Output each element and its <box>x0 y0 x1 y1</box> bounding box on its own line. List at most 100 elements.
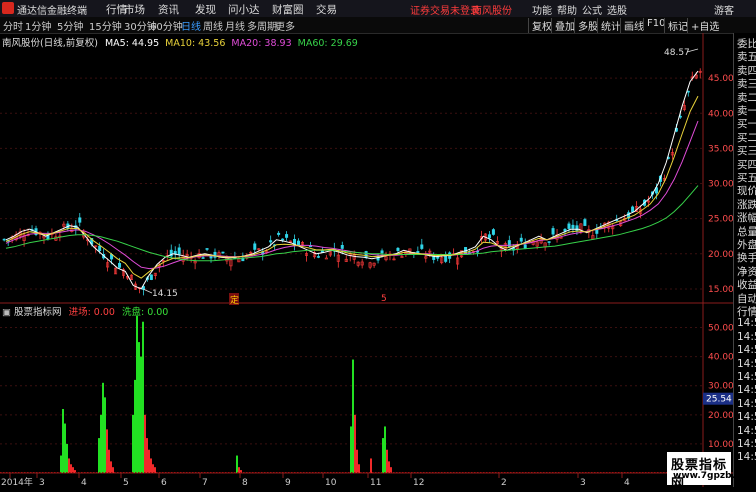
tf-15min[interactable]: 15分钟 <box>89 18 122 33</box>
chart-area[interactable]: 15.00 20.00 25.00 30.00 35.00 40.00 45.00 10.00… <box>0 33 733 487</box>
candle-body <box>487 234 491 239</box>
candle-body <box>340 245 344 249</box>
baseline-dash <box>471 472 473 473</box>
baseline-dash <box>318 472 320 473</box>
menu-faxian[interactable]: 发现 <box>195 2 216 17</box>
baseline-dash <box>159 472 161 473</box>
stock-name-title: 南风股份 <box>472 6 512 17</box>
out-signal-bar <box>388 461 390 473</box>
event-marker-1: 定 <box>230 294 239 306</box>
candle-body <box>297 240 301 246</box>
baseline-dash <box>573 472 575 473</box>
candle-body <box>567 223 571 229</box>
baseline-dash <box>345 472 347 473</box>
baseline-dash <box>633 472 635 473</box>
baseline-dash <box>360 472 362 473</box>
menu-shichang[interactable]: 市场 <box>124 2 145 17</box>
baseline-dash <box>555 472 557 473</box>
login-status[interactable]: 证券交易未登录 <box>410 2 480 17</box>
ma20-line <box>5 120 699 270</box>
baseline-dash <box>357 472 359 473</box>
baseline-dash <box>6 472 8 473</box>
baseline-dash <box>324 472 326 473</box>
indicator-name[interactable]: 股票指标网 <box>14 307 62 318</box>
baseline-dash <box>63 472 65 473</box>
candle-series <box>2 68 702 296</box>
candle-body <box>523 244 527 249</box>
chart-title: 南风股份(日线,前复权) <box>2 38 98 49</box>
baseline-dash <box>258 472 260 473</box>
tf-5min[interactable]: 5分钟 <box>57 18 83 33</box>
baseline-dash <box>447 472 449 473</box>
tf-more[interactable]: 更多 <box>275 18 295 33</box>
out-signal-bar <box>70 464 72 473</box>
baseline-dash <box>225 472 227 473</box>
baseline-dash <box>81 472 83 473</box>
menu-gongneng[interactable]: 功能 <box>532 2 552 17</box>
candle-body <box>221 251 225 254</box>
baseline-dash <box>129 472 131 473</box>
indicator-legend: ▣ 股票指标网 进场: 0.00 洗盘: 0.00 <box>2 304 168 318</box>
high-annotation: 48.57 <box>664 48 690 58</box>
candle-body <box>177 247 181 255</box>
menu-xuangu[interactable]: 选股 <box>607 2 627 17</box>
baseline-dash <box>252 472 254 473</box>
baseline-dash <box>327 472 329 473</box>
menu-gongshi[interactable]: 公式 <box>582 2 602 17</box>
baseline-dash <box>600 472 602 473</box>
baseline-dash <box>18 472 20 473</box>
baseline-dash <box>57 472 59 473</box>
indicator-tick-label: 10.00 <box>708 440 733 450</box>
baseline-dash <box>153 472 155 473</box>
tf-multi[interactable]: 多周期 <box>247 18 277 33</box>
menu-caifuquan[interactable]: 财富圈 <box>272 2 304 17</box>
out-signal-bar <box>106 429 108 473</box>
btn-zixuan[interactable]: +自选 <box>687 18 722 33</box>
baseline-dash <box>312 472 314 473</box>
side-panel-label: 14:50 <box>737 438 756 450</box>
tf-monthly[interactable]: 月线 <box>225 18 245 33</box>
x-tick-label: 5 <box>123 478 129 487</box>
tf-daily[interactable]: 日线 <box>181 18 201 33</box>
in-signal-bar <box>104 397 106 473</box>
baseline-dash <box>501 472 503 473</box>
baseline-dash <box>408 472 410 473</box>
out-signal-bar <box>68 458 70 473</box>
price-tick-label: 35.00 <box>708 144 733 154</box>
baseline-dash <box>255 472 257 473</box>
baseline-dash <box>186 472 188 473</box>
indicator-tick-label: 20.00 <box>708 411 733 421</box>
baseline-dash <box>111 472 113 473</box>
out-signal-bar <box>110 461 112 473</box>
baseline-dash <box>102 472 104 473</box>
baseline-dash <box>531 472 533 473</box>
candle-body <box>2 238 6 241</box>
baseline-dash <box>393 472 395 473</box>
baseline-dash <box>15 472 17 473</box>
baseline-dash <box>96 472 98 473</box>
menu-zixun[interactable]: 资讯 <box>158 2 179 17</box>
baseline-dash <box>165 472 167 473</box>
candle-body <box>324 257 328 260</box>
baseline-dash <box>462 472 464 473</box>
menu-bangzhu[interactable]: 帮助 <box>557 2 577 17</box>
baseline-dash <box>99 472 101 473</box>
baseline-dash <box>33 472 35 473</box>
out-signal-bar <box>108 449 110 473</box>
tf-60min[interactable]: 60分钟 <box>150 18 183 33</box>
ma5-line <box>5 70 699 290</box>
tf-fenshi[interactable]: 分时 <box>3 18 23 33</box>
guest-label[interactable]: 游客 <box>714 2 734 17</box>
menu-wenxiaoda[interactable]: 问小达 <box>228 2 260 17</box>
menu-jiaoyi[interactable]: 交易 <box>316 2 337 17</box>
baseline-dash <box>147 472 149 473</box>
x-tick-label: 12 <box>413 478 424 487</box>
baseline-dash <box>306 472 308 473</box>
candle-body <box>118 262 122 268</box>
tf-1min[interactable]: 1分钟 <box>25 18 51 33</box>
baseline-dash <box>51 472 53 473</box>
tf-weekly[interactable]: 周线 <box>203 18 223 33</box>
baseline-dash <box>663 472 665 473</box>
price-tick-label: 20.00 <box>708 250 733 260</box>
baseline-dash <box>486 472 488 473</box>
